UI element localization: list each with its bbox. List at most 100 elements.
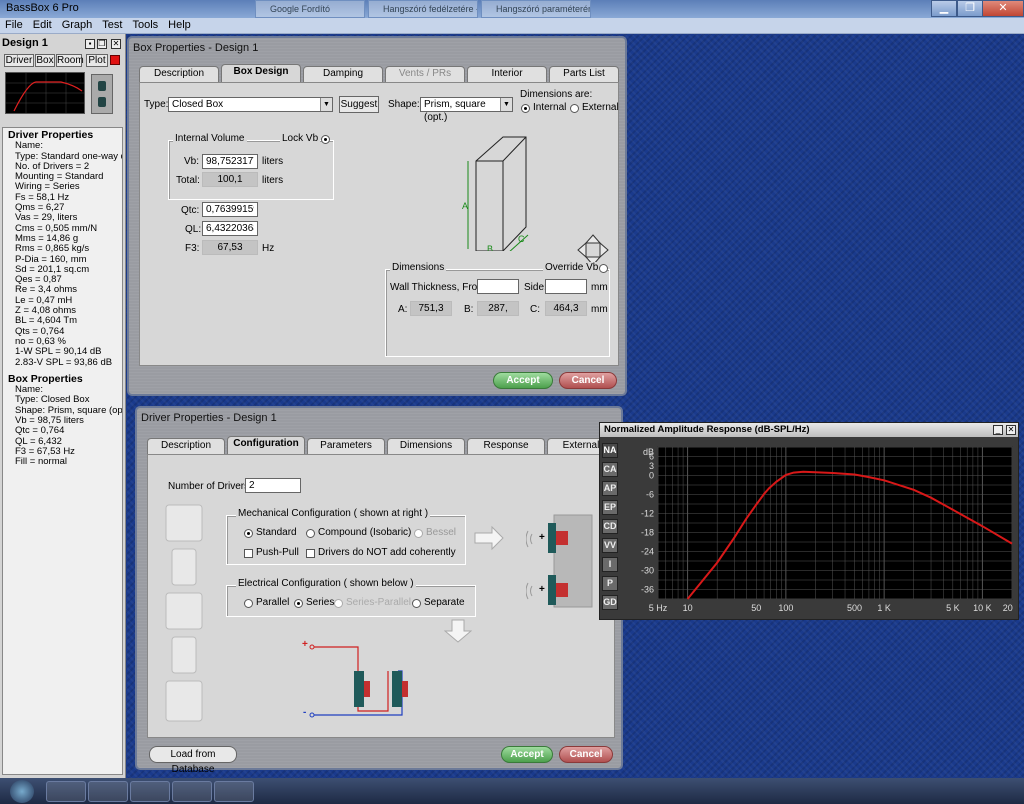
menu-help[interactable]: Help (163, 18, 196, 31)
bessel-radio[interactable] (414, 529, 423, 538)
wall-unit: mm (591, 282, 608, 293)
tab-configuration[interactable]: Configuration (227, 436, 305, 454)
browser-tab-2[interactable]: Hangszóró fedélzetére - hangszóró (368, 0, 478, 18)
graph-button-ca[interactable]: CA (602, 462, 618, 477)
tab-dimensions[interactable]: Dimensions (387, 438, 465, 454)
load-from-database-button[interactable]: Load from Database (149, 746, 237, 775)
suggest-button[interactable]: Suggest (339, 96, 379, 113)
dialog-title: Box Properties - Design 1 (133, 42, 259, 54)
taskbar-item-4[interactable] (172, 781, 212, 802)
box-property-line: Vb = 98,75 liters (15, 416, 84, 427)
vb-input[interactable] (202, 154, 258, 169)
lock-vb-radio[interactable] (321, 135, 330, 144)
taskbar-item-5[interactable] (214, 781, 254, 802)
graph-button-i[interactable]: I (602, 557, 618, 572)
chevron-down-icon: ▼ (320, 98, 332, 111)
external-label: External (582, 102, 619, 113)
series-radio[interactable] (294, 599, 303, 608)
ql-input[interactable] (202, 221, 258, 236)
mechanical-label: Mechanical Configuration ( shown at righ… (236, 508, 431, 519)
compound-label: Compound (Isobaric) (318, 527, 412, 538)
view-room-button[interactable]: Room (56, 54, 84, 67)
taskbar-item-1[interactable] (46, 781, 86, 802)
close-icon[interactable]: ✕ (982, 0, 1024, 17)
type-label: Type: (144, 99, 169, 110)
close-icon[interactable]: ✕ (1006, 425, 1016, 435)
graph-button-p[interactable]: P (602, 576, 618, 591)
view-plot-button[interactable]: Plot (86, 54, 108, 67)
parallel-radio[interactable] (244, 599, 253, 608)
external-radio[interactable] (570, 104, 579, 113)
driver-property-line: Qts = 0,764 (15, 326, 65, 337)
window-title: BassBox 6 Pro (6, 2, 79, 14)
save-icon[interactable]: ▪ (85, 39, 95, 49)
tab-parts-list[interactable]: Parts List (549, 66, 619, 82)
cancel-button[interactable]: Cancel (559, 372, 617, 389)
menu-tools[interactable]: Tools (127, 18, 163, 31)
menu-edit[interactable]: Edit (28, 18, 57, 31)
box-property-line: Name: (15, 385, 43, 396)
tab-description[interactable]: Description (147, 438, 225, 454)
graph-button-cd[interactable]: CD (602, 519, 618, 534)
copy-icon[interactable]: ❐ (97, 39, 107, 49)
drivers-mounted-icon (526, 514, 593, 608)
maximize-icon[interactable]: ❐ (957, 0, 983, 17)
driver-property-line: Qes = 0,87 (15, 275, 62, 286)
taskbar-item-2[interactable] (88, 781, 128, 802)
override-vb-radio[interactable] (599, 264, 608, 273)
response-plot[interactable]: 630-6-12-18-24-30-36dB5 Hz 10 50 100 500 1 K5… (620, 441, 1016, 619)
tab-description[interactable]: Description (139, 66, 219, 82)
tab-vents[interactable]: Vents / PRs (385, 66, 465, 82)
num-drivers-input[interactable] (245, 478, 301, 493)
push-pull-checkbox[interactable] (244, 549, 253, 558)
graph-button-ap[interactable]: AP (602, 481, 618, 496)
type-select[interactable]: Closed Box ▼ (168, 97, 333, 112)
minimize-icon[interactable]: ▁ (931, 0, 957, 17)
dimensions-are-label: Dimensions are: (520, 89, 593, 100)
amplitude-response-window: Normalized Amplitude Response (dB-SPL/Hz… (599, 422, 1019, 620)
browser-tab-1[interactable]: Google Fordító (255, 0, 365, 18)
shape-select[interactable]: Prism, square (opt.) ▼ (420, 97, 513, 123)
response-thumbnail[interactable] (5, 72, 85, 114)
dim-c-value: 464,3 (545, 301, 587, 316)
series-parallel-radio[interactable] (334, 599, 343, 608)
compound-radio[interactable] (306, 529, 315, 538)
view-box-button[interactable]: Box (35, 54, 55, 67)
graph-button-ep[interactable]: EP (602, 500, 618, 515)
taskbar-item-3[interactable] (130, 781, 170, 802)
view-driver-button[interactable]: Driver (4, 54, 34, 67)
chevron-down-icon: ▼ (500, 98, 512, 111)
graph-button-vv[interactable]: VV (602, 538, 618, 553)
driver1-plus-label: + (539, 532, 545, 543)
menu-test[interactable]: Test (97, 18, 127, 31)
qtc-input[interactable] (202, 202, 258, 217)
cancel-button[interactable]: Cancel (559, 746, 613, 763)
accept-button[interactable]: Accept (493, 372, 553, 389)
speaker-thumbnail-icon[interactable] (91, 74, 113, 114)
start-icon[interactable] (10, 780, 34, 803)
tab-parameters[interactable]: Parameters (307, 438, 385, 454)
accept-button[interactable]: Accept (501, 746, 553, 763)
graph-button-gd[interactable]: GD (602, 595, 618, 610)
tab-damping[interactable]: Damping (303, 66, 383, 82)
tab-response[interactable]: Response (467, 438, 545, 454)
minimize-icon[interactable]: _ (993, 425, 1003, 435)
wall-side-input[interactable] (545, 279, 587, 294)
graph-button-na[interactable]: NA (602, 443, 618, 458)
browser-tab-3[interactable]: Hangszóró paraméterének megjelenítése (481, 0, 591, 18)
menu-graph[interactable]: Graph (57, 18, 98, 31)
tab-interior[interactable]: Interior (467, 66, 547, 82)
separate-radio[interactable] (412, 599, 421, 608)
internal-radio[interactable] (521, 104, 530, 113)
not-coherent-checkbox[interactable] (306, 549, 315, 558)
close-design-icon[interactable]: ✕ (111, 39, 121, 49)
electrical-label: Electrical Configuration ( shown below ) (236, 578, 416, 589)
driver-property-line: Vas = 29, liters (15, 213, 78, 224)
vb-label: Vb: (184, 156, 200, 167)
tab-box-design[interactable]: Box Design (221, 64, 301, 82)
standard-radio[interactable] (244, 529, 253, 538)
driver-property-line: Fs = 58,1 Hz (15, 192, 70, 203)
stop-icon[interactable] (110, 55, 120, 65)
menu-file[interactable]: File (0, 18, 28, 31)
wall-front-input[interactable] (477, 279, 519, 294)
